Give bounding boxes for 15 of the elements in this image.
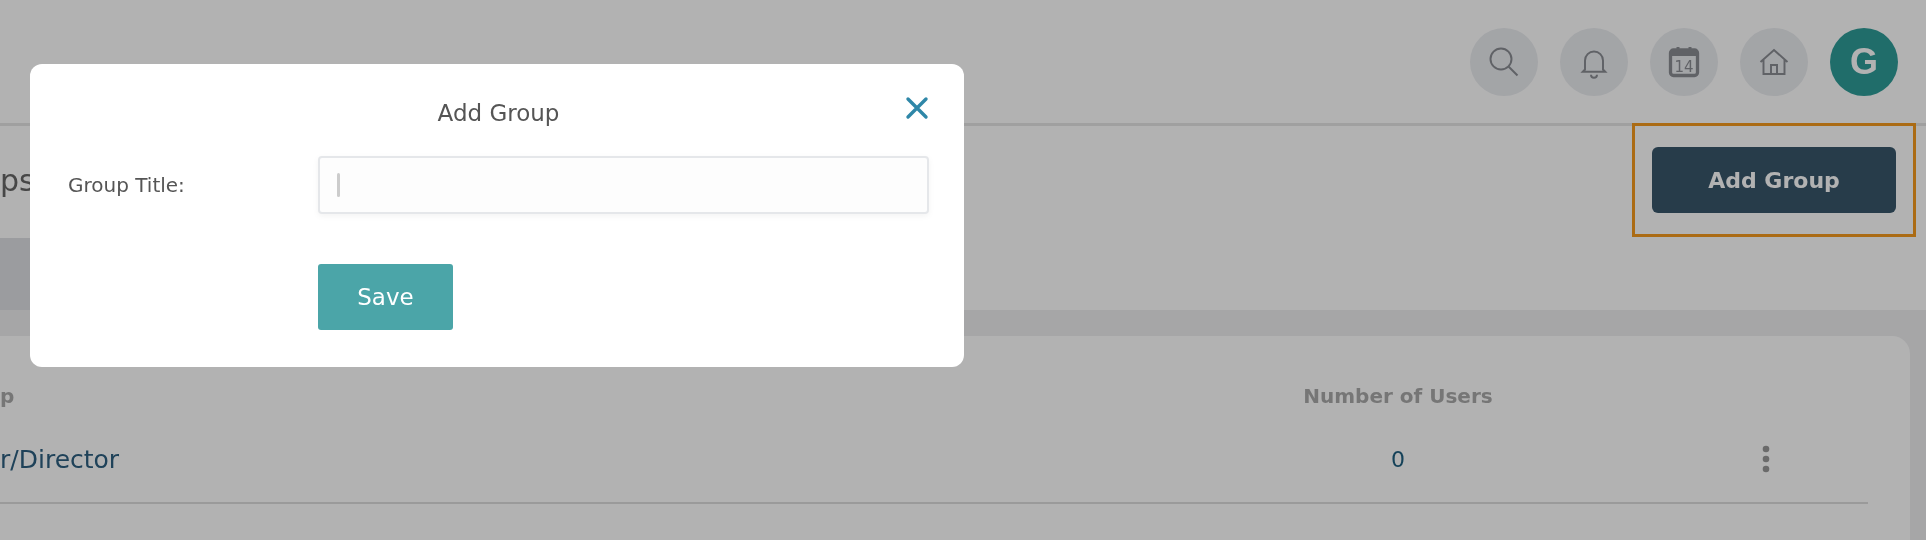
group-name-link[interactable]: r/Director — [0, 444, 1302, 474]
avatar[interactable]: G — [1830, 27, 1898, 96]
more-options-icon[interactable] — [1762, 445, 1770, 473]
save-button[interactable]: Save — [318, 264, 453, 330]
close-button[interactable] — [905, 96, 929, 120]
add-group-button[interactable]: Add Group — [1652, 147, 1896, 213]
group-title-field[interactable] — [318, 156, 929, 214]
column-header: Number of Users — [1303, 383, 1493, 410]
field-label: Group Title: — [68, 173, 186, 197]
close-icon — [905, 96, 929, 120]
dialog-title: Add Group — [437, 100, 560, 126]
user-count: 0 — [1391, 446, 1405, 472]
text-cursor — [337, 173, 340, 197]
column-header: p — [0, 383, 15, 410]
calendar-button[interactable]: 14 — [1650, 27, 1718, 96]
